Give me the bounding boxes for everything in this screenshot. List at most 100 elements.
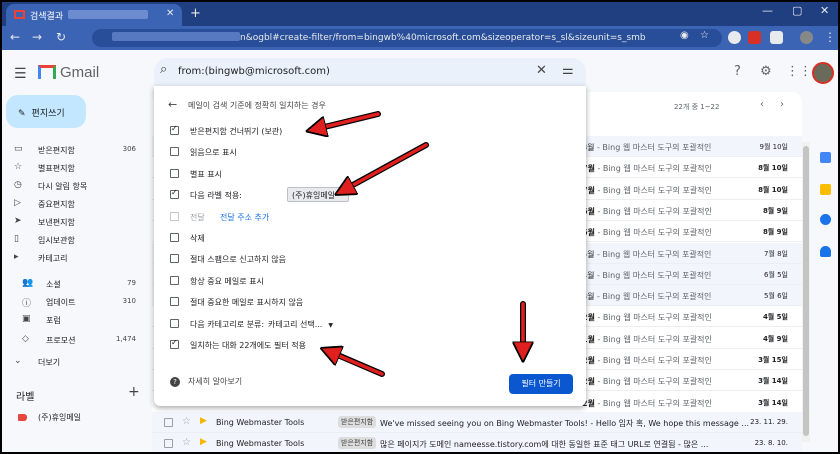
bookmark-star-icon[interactable]: ☆ xyxy=(700,30,709,41)
row-subject: 2월 - Bing 웹 마스터 도구의 포괄적인 xyxy=(582,355,712,366)
account-avatar[interactable] xyxy=(812,62,834,84)
filter-checkbox[interactable] xyxy=(170,254,179,264)
search-options-icon[interactable]: ⚌ xyxy=(562,63,574,78)
window-close-icon[interactable]: ✕ xyxy=(820,4,829,17)
extensions-puzzle-icon[interactable] xyxy=(770,31,783,44)
sidebar-category-item[interactable]: ◇ 프로모션 1,474 xyxy=(0,330,150,348)
filter-option-label: 전달 xyxy=(190,212,205,222)
filter-checkbox[interactable] xyxy=(170,233,179,242)
forward-icon[interactable]: → xyxy=(32,30,42,44)
eye-icon[interactable]: ◉ xyxy=(680,30,689,41)
clear-search-icon[interactable]: ✕ xyxy=(536,63,547,78)
filter-checkbox[interactable] xyxy=(170,124,179,135)
scrollbar-thumb[interactable] xyxy=(803,146,809,436)
filter-checkbox[interactable] xyxy=(170,338,179,349)
compose-button[interactable]: ✎ 편지쓰기 xyxy=(6,95,86,128)
search-input[interactable]: from:(bingwb@microsoft.com) xyxy=(178,66,330,77)
maximize-icon[interactable]: ▢ xyxy=(792,4,802,17)
back-icon[interactable]: ← xyxy=(10,30,20,44)
reload-icon[interactable]: ↻ xyxy=(56,30,66,44)
new-tab-icon[interactable]: + xyxy=(190,6,201,21)
scrollbar[interactable] xyxy=(802,142,810,442)
gmail-wordmark: Gmail xyxy=(60,64,100,81)
sidebar-item[interactable]: ▷ 중요편지함 xyxy=(0,194,150,212)
snippet-text: - Bing 웹 마스터 도구의 포괄적인 xyxy=(594,292,712,302)
address-bar[interactable]: n&ogbl#create-filter/from=bingwb%40micro… xyxy=(92,29,722,47)
browser-tab[interactable]: 검색결과 ✕ xyxy=(6,4,182,26)
url-redacted xyxy=(112,32,240,41)
tasks-icon[interactable] xyxy=(820,214,831,225)
sidebar-item[interactable]: ◷ 다시 알림 항목 xyxy=(0,176,150,194)
extension-icon[interactable] xyxy=(728,31,741,44)
extension-icon[interactable] xyxy=(748,31,761,44)
keep-icon[interactable] xyxy=(820,184,831,195)
important-marker-icon[interactable]: ▶ xyxy=(200,416,207,426)
table-row[interactable]: ☆ ▶ Bing Webmaster Tools 받은편지함 We've missed … xyxy=(152,412,802,433)
important-icon: ▷ xyxy=(14,198,21,208)
row-subject: 1월 - Bing 웹 마스터 도구의 포괄적인 xyxy=(582,334,712,345)
search-box[interactable]: ⌕ from:(bingwb@microsoft.com) ✕ ⚌ xyxy=(154,58,586,86)
row-date: 8월 10일 xyxy=(758,164,788,173)
help-icon[interactable]: ? xyxy=(734,64,741,79)
forum-icon: ▣ xyxy=(22,314,31,324)
search-icon[interactable]: ⌕ xyxy=(160,62,167,77)
sidebar-label-item[interactable]: (주)휴잉메일 xyxy=(38,412,81,423)
add-forwarding-address-link[interactable]: 전달 주소 추가 xyxy=(220,212,269,223)
sidebar-item-label: 받은편지함 xyxy=(38,146,75,155)
row-date: 7월 8일 xyxy=(763,249,788,258)
filter-checkbox[interactable] xyxy=(170,318,179,328)
label-select[interactable]: (주)휴잉메일 ▼ xyxy=(287,187,349,203)
row-subject: 2월 - Bing 웹 마스터 도구의 포괄적인 xyxy=(582,398,712,409)
sidebar-item-label: 더보기 xyxy=(38,358,61,367)
profile-avatar-icon[interactable] xyxy=(800,31,813,44)
prev-page-icon[interactable]: ‹ xyxy=(760,99,764,110)
snippet-text: - Bing 웹 마스터 도구의 포괄적인 xyxy=(594,249,712,259)
row-checkbox[interactable] xyxy=(164,439,173,448)
sidebar-item-count: 310 xyxy=(122,297,136,305)
next-page-icon[interactable]: › xyxy=(780,99,784,110)
minimize-icon[interactable]: — xyxy=(762,4,773,17)
sidebar-item[interactable]: ➤ 보낸편지함 xyxy=(0,212,150,230)
filter-checkbox[interactable] xyxy=(170,188,179,200)
tag-icon: ◇ xyxy=(22,334,29,344)
sidebar-item[interactable]: ☆ 별표편지함 xyxy=(0,158,150,176)
gmail-m-icon xyxy=(38,65,56,79)
sidebar-item[interactable]: ▸ 카테고리 xyxy=(0,248,150,266)
filter-checkbox[interactable] xyxy=(170,147,179,157)
filter-checkbox[interactable] xyxy=(170,297,179,307)
row-checkbox[interactable] xyxy=(164,418,173,427)
table-row[interactable]: ☆ ▶ Bing Webmaster Tools 받은편지함 많은 페이지가 도메인 n… xyxy=(152,433,802,454)
important-marker-icon[interactable]: ▶ xyxy=(200,437,207,447)
sidebar-category-item[interactable]: ▣ 포럼 xyxy=(0,310,150,328)
tab-close-icon[interactable]: ✕ xyxy=(166,8,174,19)
pagination-text: 22개 중 1~22 xyxy=(674,103,720,111)
sidebar-item-label: 다시 알림 항목 xyxy=(38,182,88,191)
tab-title-redacted xyxy=(68,10,148,19)
sidebar-item[interactable]: ▭ 받은편지함 306 xyxy=(0,140,150,158)
snippet-text: - Bing 웹 마스터 도구의 포괄적인 xyxy=(594,228,712,238)
sidebar-item-count: 79 xyxy=(127,279,136,287)
learn-more-link[interactable]: ? 자세히 알아보기 xyxy=(170,376,242,387)
star-icon[interactable]: ☆ xyxy=(182,437,191,448)
browser-menu-icon[interactable]: ⋮ xyxy=(824,30,836,44)
category-select[interactable]: 카테고리 선택... ▼ xyxy=(268,319,333,330)
filter-checkbox xyxy=(170,211,179,221)
star-icon[interactable]: ☆ xyxy=(182,416,191,427)
settings-gear-icon[interactable]: ⚙ xyxy=(760,64,772,79)
row-subject: 7월 - Bing 웹 마스터 도구의 포괄적인 xyxy=(582,185,712,196)
filter-checkbox[interactable] xyxy=(170,168,179,178)
apps-grid-icon[interactable]: ⋮⋮ xyxy=(786,64,812,79)
create-filter-button[interactable]: 필터 만들기 xyxy=(509,374,573,394)
contacts-icon[interactable] xyxy=(820,246,831,257)
main-menu-icon[interactable]: ☰ xyxy=(14,66,27,82)
row-subject: 2월 - Bing 웹 마스터 도구의 포괄적인 xyxy=(582,376,712,387)
back-arrow-icon[interactable]: ← xyxy=(168,98,177,111)
sidebar-category-item[interactable]: 👥 소셜 79 xyxy=(0,274,150,292)
sidebar-item[interactable]: ▯ 임시보관함 xyxy=(0,230,150,248)
add-label-icon[interactable]: + xyxy=(128,384,140,400)
calendar-icon[interactable] xyxy=(820,152,831,163)
sidebar-category-item[interactable]: ⓘ 업데이트 310 xyxy=(0,292,150,310)
sidebar-item-more[interactable]: ⌄ 더보기 xyxy=(0,352,150,370)
filter-checkbox[interactable] xyxy=(170,275,179,285)
gmail-logo[interactable]: Gmail xyxy=(38,64,99,81)
